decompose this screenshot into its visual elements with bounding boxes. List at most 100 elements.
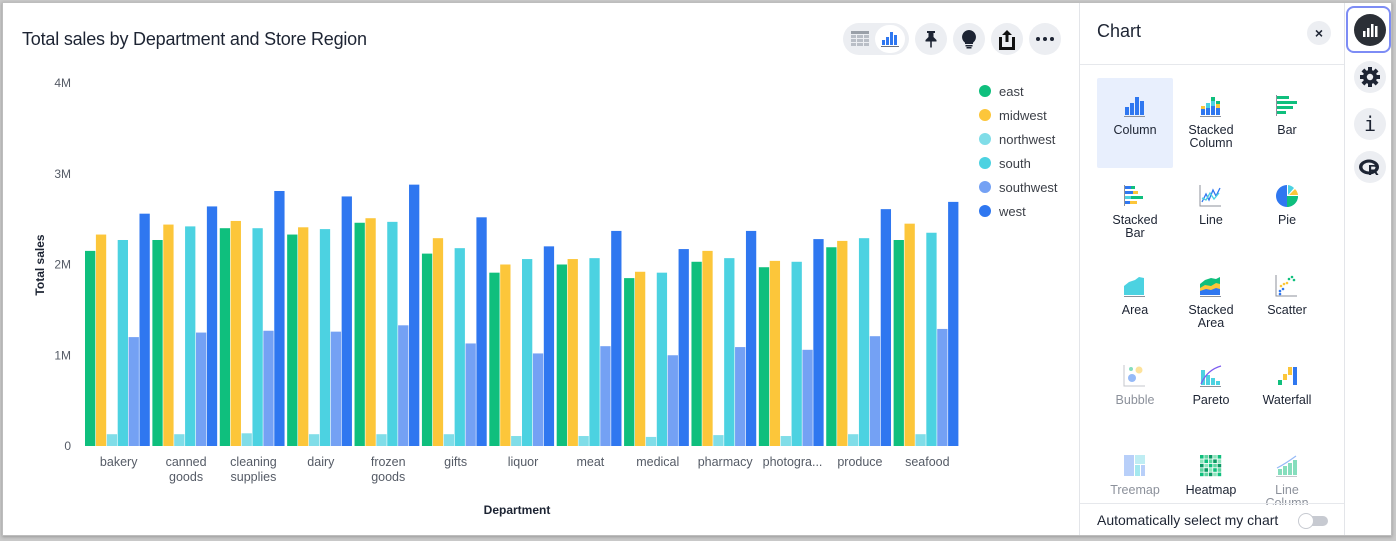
line-chart-icon — [1199, 185, 1221, 207]
bar-east — [893, 239, 904, 446]
chart-type-stacked-area[interactable]: Stacked Area — [1173, 258, 1249, 348]
bar-west — [678, 249, 689, 446]
legend-item-south[interactable]: south — [979, 151, 1058, 175]
bar-west — [880, 209, 892, 446]
legend-swatch — [979, 133, 991, 145]
r-logo-icon: R — [1359, 159, 1379, 177]
scatter-chart-icon — [1275, 275, 1297, 297]
chart-type-label: Heatmap — [1185, 483, 1237, 497]
bar-midwest — [163, 224, 174, 446]
legend-item-west[interactable]: west — [979, 199, 1058, 223]
chart-type-column[interactable]: Column — [1097, 78, 1173, 168]
bar-east — [691, 261, 702, 446]
bar-east — [489, 272, 500, 446]
chart-config-button[interactable] — [1354, 14, 1386, 46]
x-tick-label-line: photogra... — [763, 455, 823, 469]
r-analysis-button[interactable]: R — [1354, 151, 1386, 183]
bar-northwest — [106, 434, 118, 446]
chart-type-line[interactable]: Line — [1173, 168, 1249, 258]
bar-south — [454, 248, 465, 446]
legend-swatch — [979, 181, 991, 193]
bar-midwest — [769, 260, 781, 446]
chart-type-label: Line — [1199, 213, 1223, 227]
x-tick-label: frozen goods — [371, 455, 406, 484]
bar-southwest — [667, 355, 678, 446]
chart-type-label: Pareto — [1192, 393, 1230, 407]
column-chart-icon — [1124, 97, 1145, 117]
bar-west — [543, 246, 555, 446]
chart-type-pie[interactable]: Pie — [1249, 168, 1325, 258]
close-panel-button[interactable]: × — [1307, 21, 1331, 45]
chart-type-scatter[interactable]: Scatter — [1249, 258, 1325, 348]
info-button[interactable]: i — [1354, 108, 1386, 140]
bar-northwest — [308, 434, 320, 446]
legend-item-midwest[interactable]: midwest — [979, 103, 1058, 127]
bar-west — [409, 184, 420, 446]
chart-type-label: Stacked Bar — [1112, 213, 1158, 240]
bar-southwest — [398, 325, 409, 446]
x-tick-label: meat — [576, 455, 604, 469]
chart-type-heatmap[interactable]: Heatmap — [1173, 438, 1249, 505]
bar-east — [421, 253, 433, 446]
chart-type-pareto[interactable]: Pareto — [1173, 348, 1249, 438]
chart-type-label: Bar — [1277, 123, 1297, 137]
chart-type-stacked-column[interactable]: Stacked Column — [1173, 78, 1249, 168]
bar-southwest — [532, 353, 544, 446]
bar-chart-icon — [1276, 95, 1297, 116]
bar-south — [858, 238, 870, 446]
bar-southwest — [263, 330, 274, 446]
x-tick-label: produce — [837, 455, 882, 469]
bar-east — [758, 267, 770, 446]
bar-northwest — [578, 436, 589, 446]
chart-area: Total sales by Department and Store Regi… — [3, 3, 1079, 535]
area-chart-icon — [1124, 277, 1145, 297]
settings-button[interactable] — [1354, 61, 1386, 93]
bar-northwest — [780, 436, 791, 446]
x-tick-label-line: dairy — [307, 455, 335, 469]
bar-midwest — [837, 240, 848, 446]
bar-south — [589, 258, 600, 446]
bar-west — [476, 217, 487, 446]
bar-midwest — [298, 227, 309, 446]
auto-select-toggle[interactable] — [1298, 513, 1328, 529]
chart-type-treemap[interactable]: Treemap — [1097, 438, 1173, 505]
chart-type-waterfall[interactable]: Waterfall — [1249, 348, 1325, 438]
auto-select-label: Automatically select my chart — [1097, 512, 1279, 528]
bar-east — [556, 264, 567, 446]
bar-southwest — [735, 347, 746, 446]
x-tick-label: medical — [636, 455, 679, 469]
x-tick-label-line: seafood — [905, 455, 950, 469]
bar-east — [219, 228, 231, 446]
x-tick-label-line: canned — [166, 455, 207, 469]
chart-type-area[interactable]: Area — [1097, 258, 1173, 348]
chart-type-line-column[interactable]: Line Column — [1249, 438, 1325, 505]
bar-south — [926, 232, 937, 446]
treemap-icon — [1124, 455, 1145, 476]
y-tick-label: 1M — [54, 348, 71, 362]
chart-type-stacked-bar[interactable]: Stacked Bar — [1097, 168, 1173, 258]
heatmap-icon — [1200, 455, 1222, 477]
bar-southwest — [600, 346, 611, 446]
x-tick-label-line: medical — [636, 455, 679, 469]
chart-type-label: Column — [1113, 123, 1157, 137]
x-axis-title: Department — [484, 503, 551, 517]
chart-type-grid: Column Stacked Column Bar Stacked Bar Line Pi… — [1097, 75, 1331, 505]
legend-label: southwest — [999, 179, 1058, 195]
gear-icon — [1360, 67, 1380, 87]
chart-type-bar[interactable]: Bar — [1249, 78, 1325, 168]
pie-chart-icon — [1276, 185, 1298, 207]
bar-east — [624, 278, 635, 446]
x-tick-label-line: cleaning — [230, 455, 277, 469]
legend-item-east[interactable]: east — [979, 79, 1058, 103]
y-tick-label: 2M — [54, 258, 71, 272]
bar-southwest — [802, 349, 813, 446]
x-tick-label-line: supplies — [231, 470, 277, 484]
chart-type-bubble[interactable]: Bubble — [1097, 348, 1173, 438]
x-tick-label-line: produce — [837, 455, 882, 469]
right-rail: i R — [1344, 3, 1392, 535]
bar-midwest — [904, 223, 915, 446]
bar-west — [745, 230, 757, 446]
legend-item-northwest[interactable]: northwest — [979, 127, 1058, 151]
legend-item-southwest[interactable]: southwest — [979, 175, 1058, 199]
column-chart: 0 1M 2M 3M 4M Total sales Department bakery cann… — [33, 76, 959, 517]
